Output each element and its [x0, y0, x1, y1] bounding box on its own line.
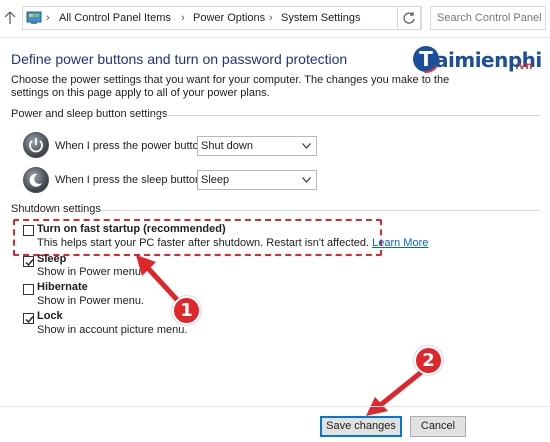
- step-1-badge: 1: [172, 296, 201, 325]
- step-2-badge: 2: [414, 346, 443, 375]
- footer-divider: [0, 406, 550, 407]
- arrow-1-icon: [136, 255, 183, 306]
- cancel-button[interactable]: Cancel: [410, 416, 466, 437]
- arrow-2-icon: [366, 367, 427, 416]
- save-changes-button[interactable]: Save changes: [320, 416, 402, 437]
- annotation-arrows: [136, 255, 427, 416]
